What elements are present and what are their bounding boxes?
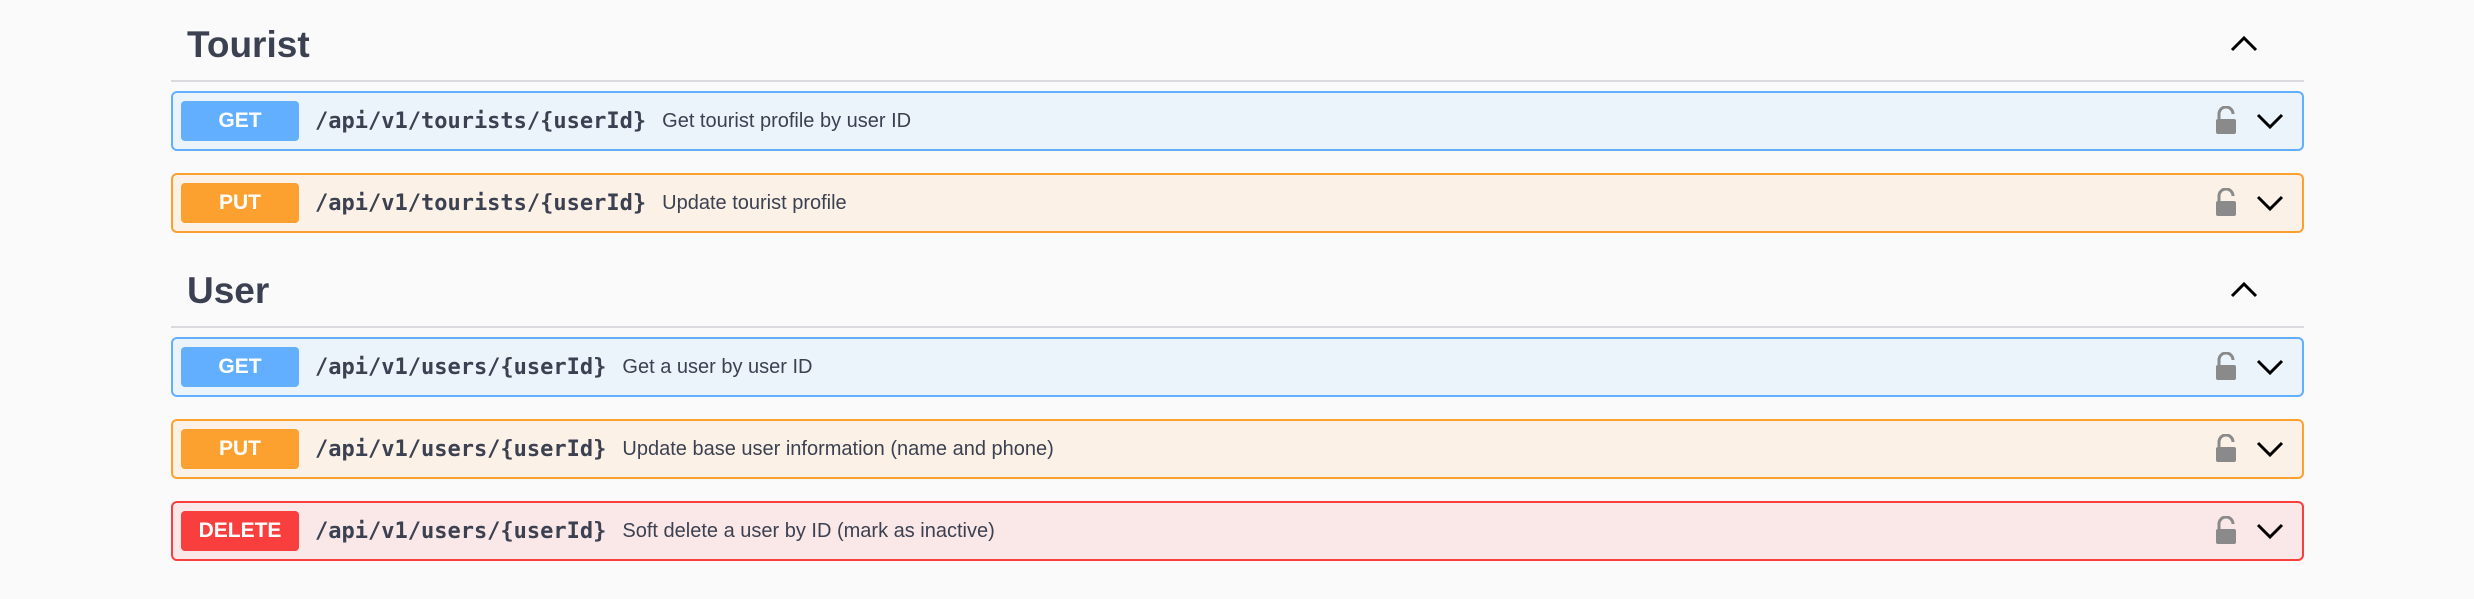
tag-section-user: User	[171, 246, 2304, 328]
chevron-up-icon[interactable]	[2224, 274, 2264, 304]
tag-header-user[interactable]: User	[171, 246, 2304, 328]
chevron-up-icon[interactable]	[2224, 28, 2264, 58]
lock-icon[interactable]	[2214, 516, 2240, 546]
lock-icon[interactable]	[2214, 188, 2240, 218]
chevron-down-icon[interactable]	[2254, 109, 2286, 133]
operation-controls	[2214, 175, 2286, 231]
operation-path: /api/v1/users/{userId}	[315, 354, 607, 380]
operation-get-user[interactable]: GET /api/v1/users/{userId} Get a user by…	[171, 337, 2304, 397]
operation-controls	[2214, 93, 2286, 149]
operation-path: /api/v1/tourists/{userId}	[315, 108, 647, 134]
chevron-down-icon[interactable]	[2254, 437, 2286, 461]
operation-summary: Get tourist profile by user ID	[662, 109, 912, 132]
operation-summary: Update tourist profile	[662, 191, 847, 214]
section-title: User	[187, 270, 270, 311]
tag-header-tourist[interactable]: Tourist	[171, 0, 2304, 82]
tag-section-tourist: Tourist	[171, 0, 2304, 82]
chevron-down-icon[interactable]	[2254, 191, 2286, 215]
method-badge: PUT	[181, 183, 299, 223]
operation-summary: Soft delete a user by ID (mark as inacti…	[622, 519, 995, 542]
operation-path: /api/v1/users/{userId}	[315, 436, 607, 462]
lock-icon[interactable]	[2214, 352, 2240, 382]
operation-get-tourist[interactable]: GET /api/v1/tourists/{userId} Get touris…	[171, 91, 2304, 151]
section-title: Tourist	[187, 24, 310, 65]
operation-path: /api/v1/users/{userId}	[315, 518, 607, 544]
lock-icon[interactable]	[2214, 434, 2240, 464]
method-badge: PUT	[181, 429, 299, 469]
operation-controls	[2214, 421, 2286, 477]
operation-delete-user[interactable]: DELETE /api/v1/users/{userId} Soft delet…	[171, 501, 2304, 561]
operation-controls	[2214, 503, 2286, 559]
operation-summary: Get a user by user ID	[622, 355, 813, 378]
operation-controls	[2214, 339, 2286, 395]
chevron-down-icon[interactable]	[2254, 355, 2286, 379]
operation-summary: Update base user information (name and p…	[622, 437, 1054, 460]
operation-put-user[interactable]: PUT /api/v1/users/{userId} Update base u…	[171, 419, 2304, 479]
method-badge: DELETE	[181, 511, 299, 551]
method-badge: GET	[181, 347, 299, 387]
method-badge: GET	[181, 101, 299, 141]
operation-put-tourist[interactable]: PUT /api/v1/tourists/{userId} Update tou…	[171, 173, 2304, 233]
operation-path: /api/v1/tourists/{userId}	[315, 190, 647, 216]
lock-icon[interactable]	[2214, 106, 2240, 136]
chevron-down-icon[interactable]	[2254, 519, 2286, 543]
